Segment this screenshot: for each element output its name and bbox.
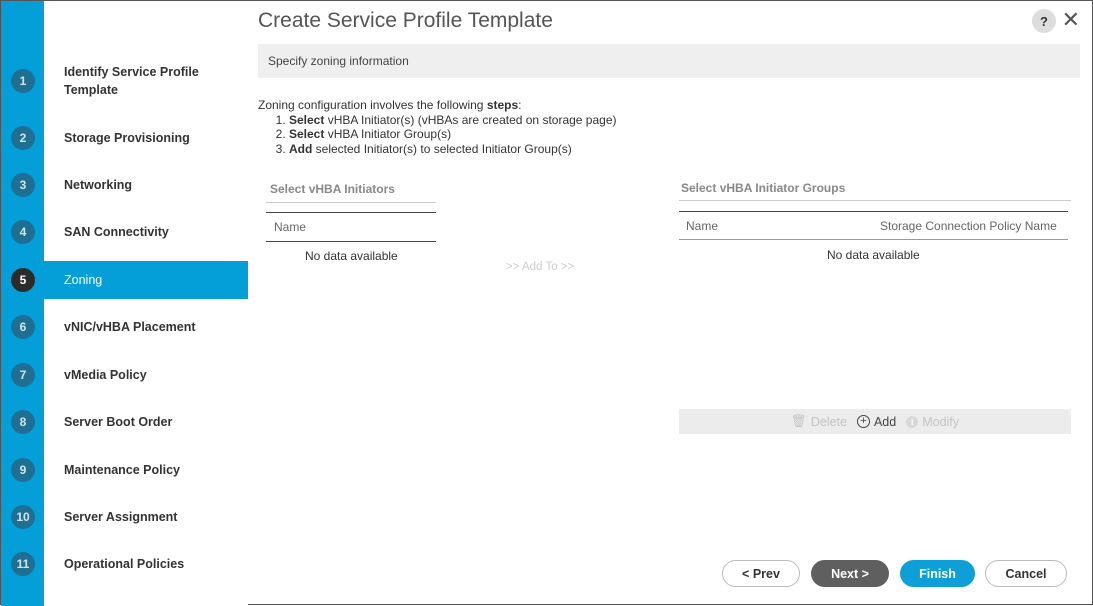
instruction-verb: Select bbox=[289, 127, 325, 141]
step-number: 2 bbox=[11, 126, 35, 150]
wizard-step-7[interactable]: 7 vMedia Policy bbox=[1, 356, 248, 394]
wizard-step-10[interactable]: 10 Server Assignment bbox=[1, 498, 248, 536]
wizard-step-5[interactable]: 5 Zoning bbox=[1, 261, 248, 299]
divider bbox=[266, 202, 436, 203]
step-label: Server Assignment bbox=[64, 510, 178, 524]
wizard-step-11[interactable]: 11 Operational Policies bbox=[1, 545, 248, 583]
step-number: 5 bbox=[11, 268, 35, 292]
step-number: 10 bbox=[11, 505, 35, 529]
step-label: vMedia Policy bbox=[64, 368, 147, 382]
instruction-text: vHBA Initiator Group(s) bbox=[324, 127, 452, 141]
delete-button[interactable]: 🗑 Delete bbox=[791, 414, 847, 429]
step-number: 1 bbox=[11, 69, 35, 93]
initiators-name-column[interactable]: Name bbox=[274, 220, 306, 234]
add-to-button[interactable]: >> Add To >> bbox=[506, 261, 574, 273]
trash-icon: 🗑 bbox=[790, 414, 807, 428]
step-number: 7 bbox=[11, 363, 35, 387]
delete-label: Delete bbox=[810, 414, 847, 429]
add-label: Add bbox=[873, 414, 897, 429]
main-panel: Create Service Profile Template ? ✕ Spec… bbox=[248, 1, 1092, 604]
add-button[interactable]: + Add bbox=[856, 414, 897, 429]
plus-circle-icon: + bbox=[856, 415, 870, 428]
step-label: Server Boot Order bbox=[64, 415, 173, 429]
instruction-text: selected Initiator(s) to selected Initia… bbox=[312, 141, 572, 156]
prev-button[interactable]: < Prev bbox=[722, 560, 800, 587]
groups-policy-column[interactable]: Storage Connection Policy Name bbox=[880, 219, 1057, 233]
cancel-button[interactable]: Cancel bbox=[985, 560, 1067, 587]
step-label: vNIC/vHBA Placement bbox=[64, 320, 196, 334]
step-label: Networking bbox=[64, 178, 133, 192]
modify-button[interactable]: i Modify bbox=[906, 415, 959, 429]
instruction-step: Add selected Initiator(s) to selected In… bbox=[289, 142, 617, 157]
wizard-step-6[interactable]: 6 vNIC/vHBA Placement bbox=[1, 308, 248, 346]
step-number: 11 bbox=[11, 552, 35, 576]
wizard-step-4[interactable]: 4 SAN Connectivity bbox=[1, 213, 248, 251]
divider bbox=[679, 239, 1068, 240]
wizard-step-8[interactable]: 8 Server Boot Order bbox=[1, 403, 248, 441]
initiators-title: Select vHBA Initiators bbox=[270, 182, 395, 196]
step-number: 4 bbox=[11, 220, 35, 244]
groups-name-column[interactable]: Name bbox=[686, 219, 718, 233]
step-number: 3 bbox=[11, 173, 35, 197]
modify-label: Modify bbox=[922, 414, 960, 429]
step-label: Identify Service Profile Template bbox=[64, 65, 199, 97]
instruction-verb: Add bbox=[289, 141, 313, 156]
instruction-step: Select vHBA Initiator(s) (vHBAs are crea… bbox=[289, 113, 617, 128]
divider bbox=[266, 241, 436, 242]
step-label: Operational Policies bbox=[64, 557, 185, 571]
step-label: Maintenance Policy bbox=[64, 463, 181, 477]
instruction-text: vHBA Initiator(s) (vHBAs are created on … bbox=[324, 112, 617, 127]
step-number: 9 bbox=[11, 458, 35, 482]
intro-lead-end: : bbox=[518, 98, 522, 112]
zoning-instructions: Zoning configuration involves the follow… bbox=[258, 98, 617, 156]
close-icon[interactable]: ✕ bbox=[1062, 7, 1080, 33]
instruction-verb: Select bbox=[289, 112, 325, 127]
finish-button[interactable]: Finish bbox=[900, 560, 975, 587]
groups-toolbar: 🗑 Delete + Add i Modify bbox=[679, 409, 1071, 434]
divider bbox=[679, 211, 1068, 212]
wizard-step-2[interactable]: 2 Storage Provisioning bbox=[1, 119, 248, 157]
wizard-step-3[interactable]: 3 Networking bbox=[1, 166, 248, 204]
step-label: Storage Provisioning bbox=[64, 131, 190, 145]
wizard-step-9[interactable]: 9 Maintenance Policy bbox=[1, 451, 248, 489]
help-button[interactable]: ? bbox=[1032, 9, 1056, 33]
info-icon: i bbox=[906, 415, 919, 428]
step-number: 6 bbox=[11, 315, 35, 339]
instruction-step: Select vHBA Initiator Group(s) bbox=[289, 127, 617, 142]
intro-lead: Zoning configuration involves the follow… bbox=[258, 98, 487, 112]
step-label: Zoning bbox=[64, 273, 103, 287]
groups-title: Select vHBA Initiator Groups bbox=[681, 181, 846, 195]
step-subtitle: Specify zoning information bbox=[258, 44, 1080, 78]
step-number: 8 bbox=[11, 410, 35, 434]
next-button[interactable]: Next > bbox=[811, 560, 889, 587]
intro-lead-bold: steps bbox=[486, 98, 519, 112]
page-title: Create Service Profile Template bbox=[258, 9, 553, 32]
divider bbox=[266, 212, 436, 213]
step-label: SAN Connectivity bbox=[64, 225, 169, 239]
wizard-step-1[interactable]: 1 Identify Service Profile Template bbox=[1, 62, 248, 100]
groups-empty: No data available bbox=[827, 248, 920, 262]
initiators-empty: No data available bbox=[305, 249, 398, 263]
divider bbox=[679, 200, 1071, 201]
